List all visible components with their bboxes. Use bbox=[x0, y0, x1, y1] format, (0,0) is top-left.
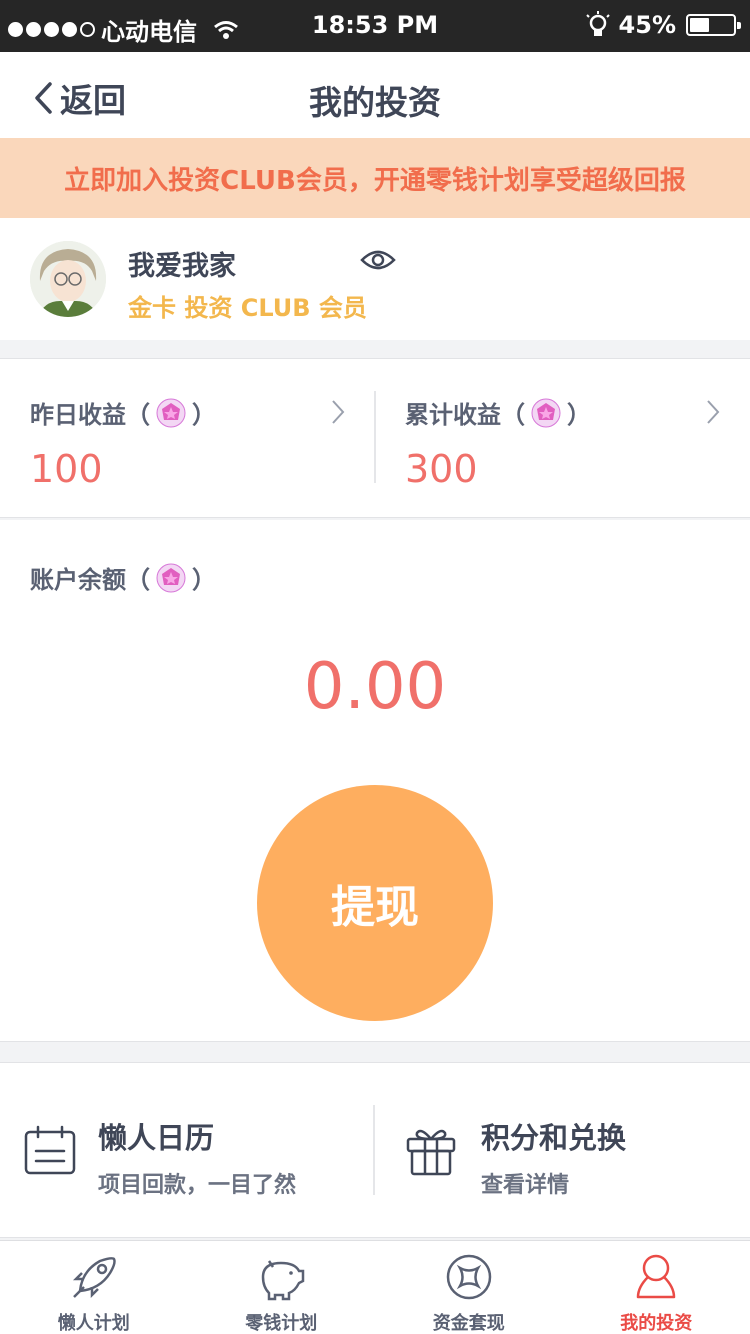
status-right: 45% bbox=[583, 10, 741, 40]
feature-title: 积分和兑换 bbox=[481, 1121, 627, 1155]
eye-icon[interactable] bbox=[360, 248, 396, 272]
balance-label: 账户余额（ ） bbox=[30, 560, 216, 595]
promo-banner-text: 立即加入投资CLUB会员，开通零钱计划享受超级回报 bbox=[64, 165, 686, 196]
status-bar: 心动电信 18:53 PM 45% bbox=[0, 0, 750, 52]
yesterday-earnings-label: 昨日收益（ ） bbox=[30, 395, 216, 430]
chevron-left-icon bbox=[35, 82, 52, 114]
feature-points-exchange[interactable]: 积分和兑换 查看详情 bbox=[375, 1063, 750, 1239]
gem-icon bbox=[156, 563, 186, 592]
profile-name: 我爱我家 bbox=[128, 251, 236, 282]
battery-percent: 45% bbox=[618, 11, 676, 39]
back-button[interactable]: 返回 bbox=[32, 74, 126, 122]
tab-label: 我的投资 bbox=[620, 1313, 693, 1334]
membership-level: 金卡 投资 CLUB 会员 bbox=[128, 294, 367, 322]
chevron-right-icon bbox=[332, 400, 345, 424]
features-section: 懒人日历 项目回款，一目了然 积分和兑换 查看详情 bbox=[0, 1062, 750, 1238]
tab-change-plan[interactable]: 零钱计划 bbox=[188, 1241, 376, 1334]
avatar[interactable] bbox=[30, 241, 106, 317]
profile-section: 我爱我家 金卡 投资 CLUB 会员 bbox=[0, 218, 750, 340]
withdraw-button[interactable]: 提现 bbox=[257, 785, 493, 1021]
tab-label: 资金套现 bbox=[432, 1313, 505, 1334]
user-icon bbox=[637, 1254, 676, 1299]
navigation-bar: 返回 我的投资 bbox=[0, 52, 750, 138]
alarm-icon bbox=[585, 11, 610, 36]
tab-bar: 懒人计划 零钱计划 资金套现 我的投资 bbox=[0, 1240, 750, 1334]
gem-icon bbox=[156, 398, 186, 427]
tab-my-investment[interactable]: 我的投资 bbox=[563, 1241, 750, 1334]
piggy-bank-icon bbox=[261, 1260, 305, 1301]
feature-lazy-calendar[interactable]: 懒人日历 项目回款，一目了然 bbox=[0, 1063, 375, 1239]
total-earnings-label: 累计收益（ ） bbox=[405, 395, 591, 430]
back-label: 返回 bbox=[60, 81, 126, 120]
tab-cash-out[interactable]: 资金套现 bbox=[375, 1241, 563, 1334]
yesterday-earnings-value: 100 bbox=[30, 447, 103, 491]
gift-icon bbox=[406, 1129, 456, 1176]
gem-icon bbox=[531, 398, 561, 427]
total-earnings-value: 300 bbox=[405, 447, 478, 491]
feature-title: 懒人日历 bbox=[98, 1121, 215, 1155]
battery-icon bbox=[686, 14, 741, 36]
tab-lazy-plan[interactable]: 懒人计划 bbox=[0, 1241, 188, 1334]
calendar-icon bbox=[24, 1125, 76, 1175]
feature-subtitle: 查看详情 bbox=[481, 1173, 570, 1198]
tab-label: 懒人计划 bbox=[57, 1313, 130, 1334]
yesterday-earnings[interactable]: 昨日收益（ ） 100 bbox=[0, 359, 375, 519]
feature-subtitle: 项目回款，一目了然 bbox=[98, 1173, 297, 1198]
promo-banner[interactable]: 立即加入投资CLUB会员，开通零钱计划享受超级回报 bbox=[0, 138, 750, 218]
total-earnings[interactable]: 累计收益（ ） 300 bbox=[375, 359, 750, 519]
earnings-section: 昨日收益（ ） 100 累计收益（ ） 300 bbox=[0, 358, 750, 518]
chevron-right-icon bbox=[707, 400, 720, 424]
balance-amount: 0.00 bbox=[303, 650, 447, 724]
tab-label: 零钱计划 bbox=[245, 1313, 318, 1334]
cash-out-icon bbox=[446, 1254, 491, 1300]
balance-section: 账户余额（ ） 0.00 提现 bbox=[0, 520, 750, 1042]
rocket-icon bbox=[72, 1257, 116, 1299]
